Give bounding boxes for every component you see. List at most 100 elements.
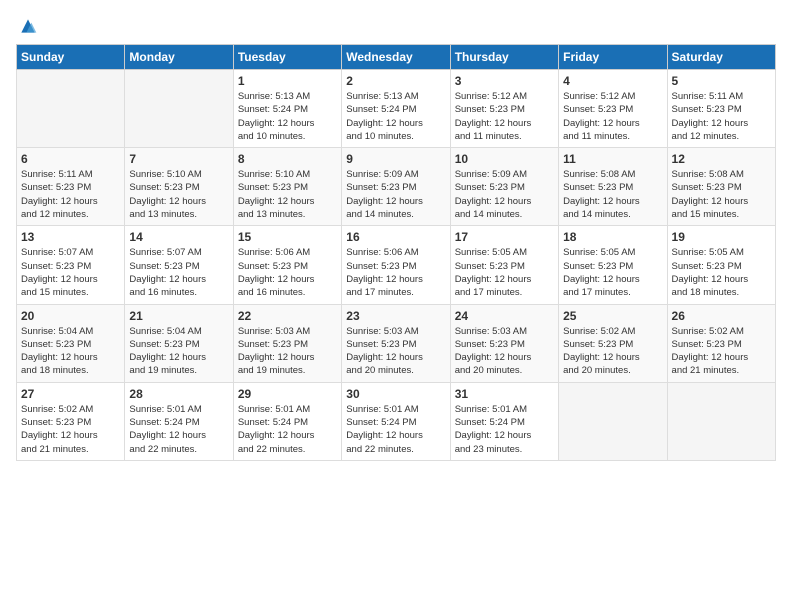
weekday-header-wednesday: Wednesday bbox=[342, 45, 450, 70]
day-number: 9 bbox=[346, 152, 445, 166]
calendar-cell: 23 Sunrise: 5:03 AM Sunset: 5:23 PM Dayli… bbox=[342, 304, 450, 382]
day-number: 16 bbox=[346, 230, 445, 244]
day-info: Sunrise: 5:12 AM Sunset: 5:23 PM Dayligh… bbox=[563, 90, 662, 143]
calendar-cell: 30 Sunrise: 5:01 AM Sunset: 5:24 PM Dayli… bbox=[342, 382, 450, 460]
weekday-header-friday: Friday bbox=[559, 45, 667, 70]
day-info: Sunrise: 5:07 AM Sunset: 5:23 PM Dayligh… bbox=[21, 246, 120, 299]
calendar-cell: 10 Sunrise: 5:09 AM Sunset: 5:23 PM Dayli… bbox=[450, 148, 558, 226]
weekday-header-tuesday: Tuesday bbox=[233, 45, 341, 70]
day-info: Sunrise: 5:01 AM Sunset: 5:24 PM Dayligh… bbox=[129, 403, 228, 456]
day-number: 27 bbox=[21, 387, 120, 401]
day-number: 1 bbox=[238, 74, 337, 88]
calendar-cell: 14 Sunrise: 5:07 AM Sunset: 5:23 PM Dayli… bbox=[125, 226, 233, 304]
weekday-header-saturday: Saturday bbox=[667, 45, 775, 70]
calendar-cell: 21 Sunrise: 5:04 AM Sunset: 5:23 PM Dayli… bbox=[125, 304, 233, 382]
calendar-cell: 2 Sunrise: 5:13 AM Sunset: 5:24 PM Daylig… bbox=[342, 70, 450, 148]
calendar-cell: 9 Sunrise: 5:09 AM Sunset: 5:23 PM Daylig… bbox=[342, 148, 450, 226]
day-info: Sunrise: 5:03 AM Sunset: 5:23 PM Dayligh… bbox=[455, 325, 554, 378]
day-number: 3 bbox=[455, 74, 554, 88]
calendar-cell: 28Sunrise: 5:01 AM Sunset: 5:24 PM Dayli… bbox=[125, 382, 233, 460]
day-info: Sunrise: 5:09 AM Sunset: 5:23 PM Dayligh… bbox=[455, 168, 554, 221]
day-info: Sunrise: 5:01 AM Sunset: 5:24 PM Dayligh… bbox=[238, 403, 337, 456]
day-info: Sunrise: 5:11 AM Sunset: 5:23 PM Dayligh… bbox=[672, 90, 771, 143]
day-number: 8 bbox=[238, 152, 337, 166]
day-info: Sunrise: 5:03 AM Sunset: 5:23 PM Dayligh… bbox=[346, 325, 445, 378]
calendar-cell: 11 Sunrise: 5:08 AM Sunset: 5:23 PM Dayli… bbox=[559, 148, 667, 226]
calendar-cell: 25 Sunrise: 5:02 AM Sunset: 5:23 PM Dayli… bbox=[559, 304, 667, 382]
day-number: 26 bbox=[672, 309, 771, 323]
day-info: Sunrise: 5:02 AM Sunset: 5:23 PM Dayligh… bbox=[21, 403, 120, 456]
day-info: Sunrise: 5:01 AM Sunset: 5:24 PM Dayligh… bbox=[346, 403, 445, 456]
calendar-cell: 27 Sunrise: 5:02 AM Sunset: 5:23 PM Dayli… bbox=[17, 382, 125, 460]
day-info: Sunrise: 5:04 AM Sunset: 5:23 PM Dayligh… bbox=[129, 325, 228, 378]
day-number: 6 bbox=[21, 152, 120, 166]
calendar-cell: 31 Sunrise: 5:01 AM Sunset: 5:24 PM Dayli… bbox=[450, 382, 558, 460]
calendar-week-row: 20Sunrise: 5:04 AM Sunset: 5:23 PM Dayli… bbox=[17, 304, 776, 382]
day-info: Sunrise: 5:03 AM Sunset: 5:23 PM Dayligh… bbox=[238, 325, 337, 378]
logo-icon bbox=[18, 16, 38, 36]
day-number: 14 bbox=[129, 230, 228, 244]
weekday-header-sunday: Sunday bbox=[17, 45, 125, 70]
calendar-cell: 22 Sunrise: 5:03 AM Sunset: 5:23 PM Dayli… bbox=[233, 304, 341, 382]
day-number: 12 bbox=[672, 152, 771, 166]
day-number: 13 bbox=[21, 230, 120, 244]
day-info: Sunrise: 5:02 AM Sunset: 5:23 PM Dayligh… bbox=[672, 325, 771, 378]
day-number: 29 bbox=[238, 387, 337, 401]
calendar-cell: 19Sunrise: 5:05 AM Sunset: 5:23 PM Dayli… bbox=[667, 226, 775, 304]
day-number: 15 bbox=[238, 230, 337, 244]
calendar-cell: 16 Sunrise: 5:06 AM Sunset: 5:23 PM Dayli… bbox=[342, 226, 450, 304]
day-number: 5 bbox=[672, 74, 771, 88]
calendar-cell: 1 Sunrise: 5:13 AM Sunset: 5:24 PM Daylig… bbox=[233, 70, 341, 148]
day-info: Sunrise: 5:08 AM Sunset: 5:23 PM Dayligh… bbox=[563, 168, 662, 221]
calendar-table: SundayMondayTuesdayWednesdayThursdayFrid… bbox=[16, 44, 776, 461]
calendar-cell: 3 Sunrise: 5:12 AM Sunset: 5:23 PM Daylig… bbox=[450, 70, 558, 148]
day-info: Sunrise: 5:06 AM Sunset: 5:23 PM Dayligh… bbox=[346, 246, 445, 299]
day-info: Sunrise: 5:05 AM Sunset: 5:23 PM Dayligh… bbox=[455, 246, 554, 299]
weekday-header-thursday: Thursday bbox=[450, 45, 558, 70]
calendar-cell: 6 Sunrise: 5:11 AM Sunset: 5:23 PM Daylig… bbox=[17, 148, 125, 226]
day-info: Sunrise: 5:07 AM Sunset: 5:23 PM Dayligh… bbox=[129, 246, 228, 299]
day-info: Sunrise: 5:05 AM Sunset: 5:23 PM Dayligh… bbox=[672, 246, 771, 299]
calendar-week-row: 13 Sunrise: 5:07 AM Sunset: 5:23 PM Dayli… bbox=[17, 226, 776, 304]
day-number: 25 bbox=[563, 309, 662, 323]
calendar-cell: 4 Sunrise: 5:12 AM Sunset: 5:23 PM Daylig… bbox=[559, 70, 667, 148]
day-info: Sunrise: 5:06 AM Sunset: 5:23 PM Dayligh… bbox=[238, 246, 337, 299]
day-info: Sunrise: 5:02 AM Sunset: 5:23 PM Dayligh… bbox=[563, 325, 662, 378]
day-number: 2 bbox=[346, 74, 445, 88]
day-info: Sunrise: 5:01 AM Sunset: 5:24 PM Dayligh… bbox=[455, 403, 554, 456]
calendar-cell: 13 Sunrise: 5:07 AM Sunset: 5:23 PM Dayli… bbox=[17, 226, 125, 304]
day-number: 21 bbox=[129, 309, 228, 323]
calendar-cell: 26 Sunrise: 5:02 AM Sunset: 5:23 PM Dayli… bbox=[667, 304, 775, 382]
day-number: 31 bbox=[455, 387, 554, 401]
calendar-cell: 7 Sunrise: 5:10 AM Sunset: 5:23 PM Daylig… bbox=[125, 148, 233, 226]
calendar-cell: 18Sunrise: 5:05 AM Sunset: 5:23 PM Dayli… bbox=[559, 226, 667, 304]
day-info: Sunrise: 5:11 AM Sunset: 5:23 PM Dayligh… bbox=[21, 168, 120, 221]
calendar-cell: 15 Sunrise: 5:06 AM Sunset: 5:23 PM Dayli… bbox=[233, 226, 341, 304]
day-number: 30 bbox=[346, 387, 445, 401]
page-header bbox=[16, 16, 776, 36]
day-number: 23 bbox=[346, 309, 445, 323]
day-number: 18 bbox=[563, 230, 662, 244]
calendar-cell bbox=[667, 382, 775, 460]
day-info: Sunrise: 5:13 AM Sunset: 5:24 PM Dayligh… bbox=[346, 90, 445, 143]
day-number: 4 bbox=[563, 74, 662, 88]
day-number: 7 bbox=[129, 152, 228, 166]
day-number: 22 bbox=[238, 309, 337, 323]
calendar-cell bbox=[17, 70, 125, 148]
calendar-week-row: 6 Sunrise: 5:11 AM Sunset: 5:23 PM Daylig… bbox=[17, 148, 776, 226]
calendar-week-row: 1 Sunrise: 5:13 AM Sunset: 5:24 PM Daylig… bbox=[17, 70, 776, 148]
calendar-cell: 29 Sunrise: 5:01 AM Sunset: 5:24 PM Dayli… bbox=[233, 382, 341, 460]
calendar-cell bbox=[125, 70, 233, 148]
calendar-cell: 5 Sunrise: 5:11 AM Sunset: 5:23 PM Daylig… bbox=[667, 70, 775, 148]
day-info: Sunrise: 5:12 AM Sunset: 5:23 PM Dayligh… bbox=[455, 90, 554, 143]
day-info: Sunrise: 5:13 AM Sunset: 5:24 PM Dayligh… bbox=[238, 90, 337, 143]
logo bbox=[16, 16, 38, 36]
day-number: 10 bbox=[455, 152, 554, 166]
day-number: 17 bbox=[455, 230, 554, 244]
day-number: 11 bbox=[563, 152, 662, 166]
calendar-cell: 20Sunrise: 5:04 AM Sunset: 5:23 PM Dayli… bbox=[17, 304, 125, 382]
weekday-header-monday: Monday bbox=[125, 45, 233, 70]
day-info: Sunrise: 5:09 AM Sunset: 5:23 PM Dayligh… bbox=[346, 168, 445, 221]
day-info: Sunrise: 5:10 AM Sunset: 5:23 PM Dayligh… bbox=[129, 168, 228, 221]
calendar-cell: 8Sunrise: 5:10 AM Sunset: 5:23 PM Daylig… bbox=[233, 148, 341, 226]
